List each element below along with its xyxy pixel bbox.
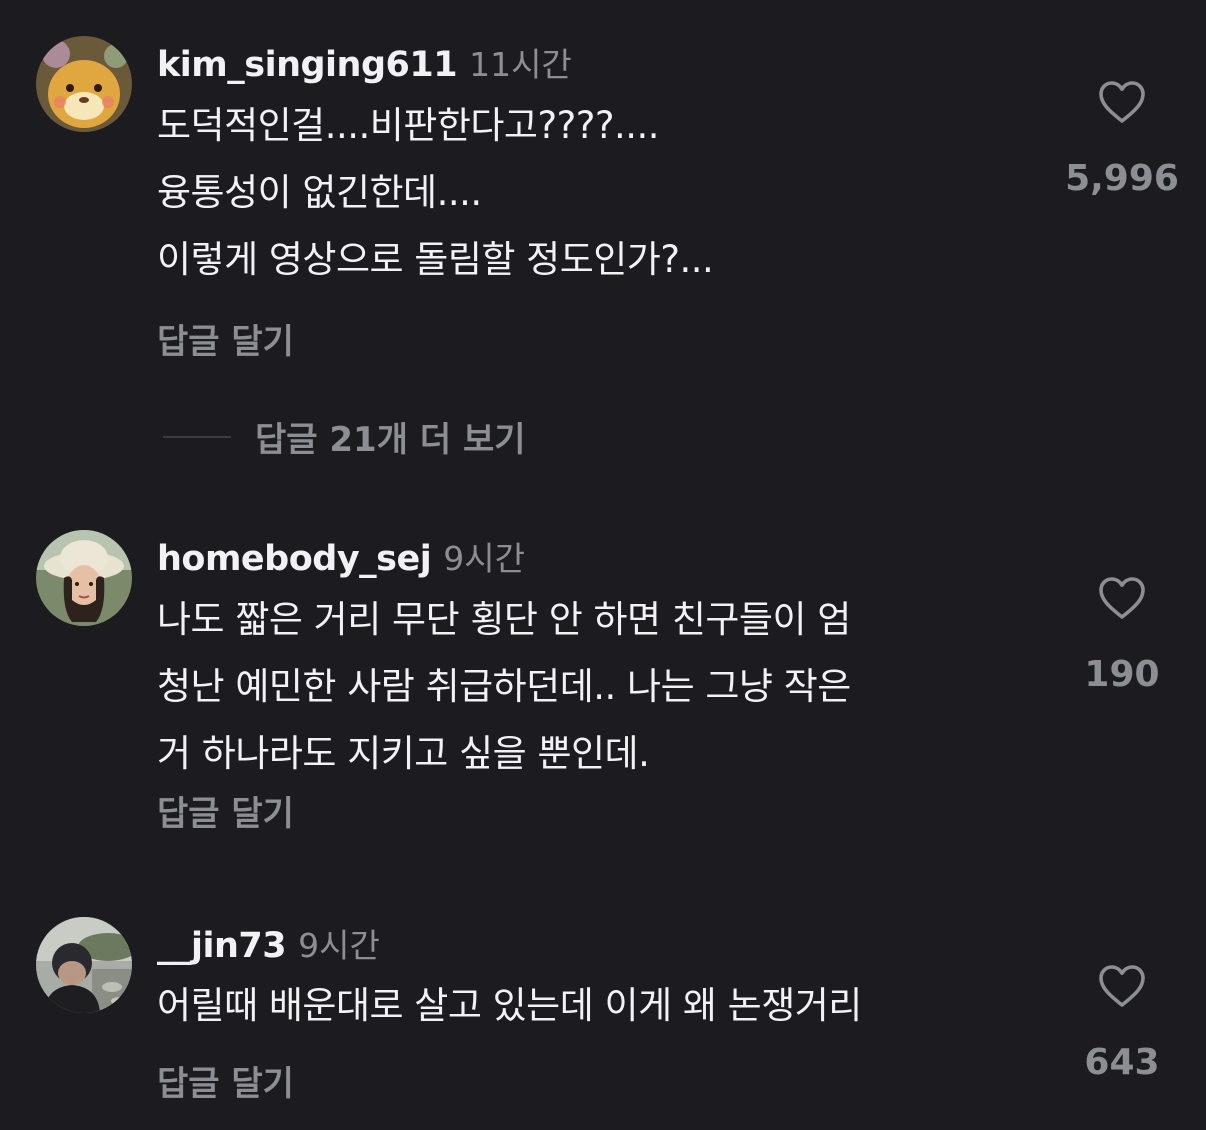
divider-line	[163, 435, 231, 438]
comment-header: __jin73 9시간	[157, 919, 380, 967]
comment-line: 융통성이 없긴한데....	[157, 171, 482, 214]
avatar[interactable]	[36, 917, 132, 1013]
like-count: 190	[1084, 654, 1160, 695]
like-control: 5,996	[1062, 80, 1182, 199]
like-control: 643	[1062, 964, 1182, 1083]
username[interactable]: kim_singing611	[157, 45, 458, 85]
heart-outline-icon[interactable]	[1098, 964, 1146, 1008]
reply-button[interactable]: 답글 달기	[157, 314, 294, 363]
view-more-replies-label: 답글 21개 더 보기	[255, 420, 526, 460]
comment-header: homebody_sej 9시간	[157, 532, 525, 580]
like-control: 190	[1062, 576, 1182, 695]
timestamp: 9시간	[443, 539, 525, 578]
like-count: 5,996	[1065, 158, 1179, 199]
like-count: 643	[1084, 1042, 1160, 1083]
timestamp: 11시간	[469, 45, 572, 84]
heart-outline-icon[interactable]	[1098, 80, 1146, 124]
comment-text: 도덕적인걸....비판한다고????.... 융통성이 없긴한데.... 이렇게…	[157, 92, 714, 293]
view-more-replies[interactable]: 답글 21개 더 보기	[163, 412, 526, 461]
username[interactable]: homebody_sej	[157, 539, 432, 579]
username[interactable]: __jin73	[157, 926, 287, 966]
timestamp: 9시간	[298, 926, 380, 965]
reply-button[interactable]: 답글 달기	[157, 786, 294, 835]
heart-outline-icon[interactable]	[1098, 576, 1146, 620]
reply-button[interactable]: 답글 달기	[157, 1056, 294, 1105]
comment-header: kim_singing611 11시간	[157, 38, 572, 86]
avatar[interactable]	[36, 36, 132, 132]
comment-text: 나도 짧은 거리 무단 횡단 안 하면 친구들이 엄 청난 예민한 사람 취급하…	[157, 586, 851, 787]
comment-line: 이렇게 영상으로 돌림할 정도인가?...	[157, 238, 714, 281]
avatar[interactable]	[36, 530, 132, 626]
comment-text: 어릴때 배운대로 살고 있는데 이게 왜 논쟁거리	[157, 972, 862, 1039]
comment-line: 나도 짧은 거리 무단 횡단 안 하면 친구들이 엄	[157, 598, 851, 641]
comment-line: 어릴때 배운대로 살고 있는데 이게 왜 논쟁거리	[157, 984, 862, 1027]
comment-line: 청난 예민한 사람 취급하던데.. 나는 그냥 작은	[157, 665, 851, 708]
comment-line: 거 하나라도 지키고 싶을 뿐인데.	[157, 732, 650, 775]
comment-line: 도덕적인걸....비판한다고????....	[157, 104, 660, 147]
